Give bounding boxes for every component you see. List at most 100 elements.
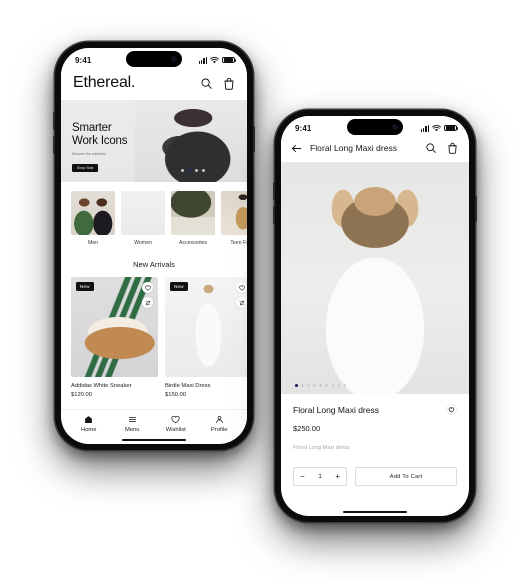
front-camera-icon <box>171 56 177 62</box>
volume-up-button[interactable] <box>273 182 275 200</box>
gallery-dot[interactable] <box>337 384 341 387</box>
page-title: Floral Long Maxi dress <box>310 143 398 153</box>
quantity-value: 1 <box>318 473 322 480</box>
tab-menu[interactable]: Menu <box>111 415 155 433</box>
search-icon[interactable] <box>200 77 213 90</box>
wishlist-button[interactable] <box>142 282 153 293</box>
status-bar-home: 9:41 <box>61 48 247 70</box>
front-camera-icon <box>392 124 398 130</box>
product-image[interactable]: New <box>165 277 247 377</box>
gallery-dots[interactable] <box>295 384 347 387</box>
add-to-cart-button[interactable]: Add To Cart <box>355 467 457 486</box>
tab-label: Menu <box>124 426 140 433</box>
quantity-stepper[interactable]: − 1 + <box>293 467 347 486</box>
wifi-icon <box>210 56 219 63</box>
category-image <box>221 191 247 235</box>
hero-copy: Smarter Work Icons Discover the collecti… <box>72 122 128 174</box>
power-button[interactable] <box>253 126 255 152</box>
gallery-dot[interactable] <box>313 384 316 387</box>
category-row[interactable]: Men Women Accessories Teen Fashi <box>61 182 247 246</box>
gallery-dot[interactable] <box>331 384 335 387</box>
gallery-dot[interactable] <box>343 384 347 387</box>
carousel-dot-active[interactable] <box>188 169 191 172</box>
volume-up-button[interactable] <box>53 112 55 130</box>
product-price: $120.00 <box>71 392 92 398</box>
app-bar: Ethereal. <box>61 70 247 100</box>
category-image <box>171 191 215 235</box>
heart-icon <box>171 415 180 423</box>
product-card[interactable]: New <box>71 277 158 398</box>
status-indicators <box>420 124 459 132</box>
volume-down-button[interactable] <box>53 136 55 154</box>
gallery-dot[interactable] <box>301 384 304 387</box>
category-image <box>121 191 165 235</box>
product-image[interactable]: New <box>71 277 158 377</box>
battery-icon <box>444 124 459 132</box>
home-scroll-area[interactable]: Smarter Work Icons Discover the collecti… <box>61 100 247 409</box>
product-price: $250.00 <box>293 424 321 433</box>
wishlist-button[interactable] <box>236 282 247 293</box>
screenshot-stage: 9:41 Ethereal. Smarter Work Icons Discov… <box>0 0 523 579</box>
cellular-bars-icon <box>420 124 429 132</box>
status-time: 9:41 <box>75 55 92 65</box>
arrow-left-icon[interactable] <box>291 143 302 154</box>
heart-icon[interactable] <box>446 404 457 415</box>
hero-banner[interactable]: Smarter Work Icons Discover the collecti… <box>61 100 247 182</box>
category-item-teen-fashion[interactable]: Teen Fashi <box>221 191 247 246</box>
gallery-dot[interactable] <box>319 384 322 387</box>
status-badge: New <box>170 282 188 291</box>
carousel-dot[interactable] <box>202 169 205 172</box>
product-description: Floral Long Maxi dress <box>293 445 350 451</box>
tab-label: Wishlist <box>165 426 186 433</box>
shopping-bag-icon[interactable] <box>223 77 235 90</box>
power-button[interactable] <box>475 196 477 222</box>
gallery-dot[interactable] <box>325 384 329 387</box>
shopping-bag-icon[interactable] <box>447 142 458 154</box>
tab-wishlist[interactable]: Wishlist <box>154 415 198 433</box>
product-info: Floral Long Maxi dress $250.00 Floral Lo… <box>281 394 469 508</box>
product-gallery[interactable] <box>281 162 469 394</box>
product-card[interactable]: New <box>165 277 247 398</box>
detail-nav-bar: Floral Long Maxi dress <box>281 138 469 162</box>
hero-carousel-dots[interactable] <box>181 169 205 172</box>
product-name: Addidas White Sneaker <box>71 383 132 389</box>
gallery-dot[interactable] <box>307 384 310 387</box>
decrement-button[interactable]: − <box>300 472 305 481</box>
tab-profile[interactable]: Profile <box>198 415 242 433</box>
tab-label: Profile <box>211 426 228 433</box>
carousel-dot[interactable] <box>195 169 198 172</box>
heart-icon <box>238 285 245 291</box>
dynamic-island <box>126 51 182 67</box>
category-item-accessories[interactable]: Accessories <box>171 191 215 246</box>
increment-button[interactable]: + <box>335 472 340 481</box>
phone-device-detail: 9:41 Floral Long Maxi dress Floral Long … <box>273 110 477 522</box>
compare-button[interactable] <box>142 297 153 308</box>
category-item-women[interactable]: Women <box>121 191 165 246</box>
volume-down-button[interactable] <box>273 206 275 224</box>
gallery-dot-active[interactable] <box>295 384 298 387</box>
search-icon[interactable] <box>425 142 437 154</box>
tab-home[interactable]: Home <box>67 415 111 433</box>
home-icon <box>85 415 93 423</box>
category-label: Men <box>87 240 99 246</box>
phone-device-home: 9:41 Ethereal. Smarter Work Icons Discov… <box>53 42 255 450</box>
product-name: Floral Long Maxi dress <box>293 404 379 415</box>
compare-button[interactable] <box>236 297 247 308</box>
menu-icon <box>128 416 136 422</box>
status-badge: New <box>76 282 94 291</box>
tab-label: Home <box>81 426 97 433</box>
category-item-men[interactable]: Men <box>71 191 115 246</box>
home-indicator[interactable] <box>122 438 186 441</box>
status-time: 9:41 <box>295 123 312 133</box>
product-card-tools <box>142 282 153 308</box>
hero-cta-button[interactable]: Shop Now <box>72 164 99 172</box>
compare-icon <box>238 300 245 305</box>
product-price: $150.00 <box>165 392 186 398</box>
carousel-dot[interactable] <box>181 169 184 172</box>
battery-icon <box>222 56 237 64</box>
category-image <box>71 191 115 235</box>
product-title-row: Floral Long Maxi dress <box>293 404 457 415</box>
hero-title-line2: Work Icons <box>72 135 128 148</box>
person-icon <box>216 415 223 423</box>
home-indicator[interactable] <box>343 510 407 513</box>
